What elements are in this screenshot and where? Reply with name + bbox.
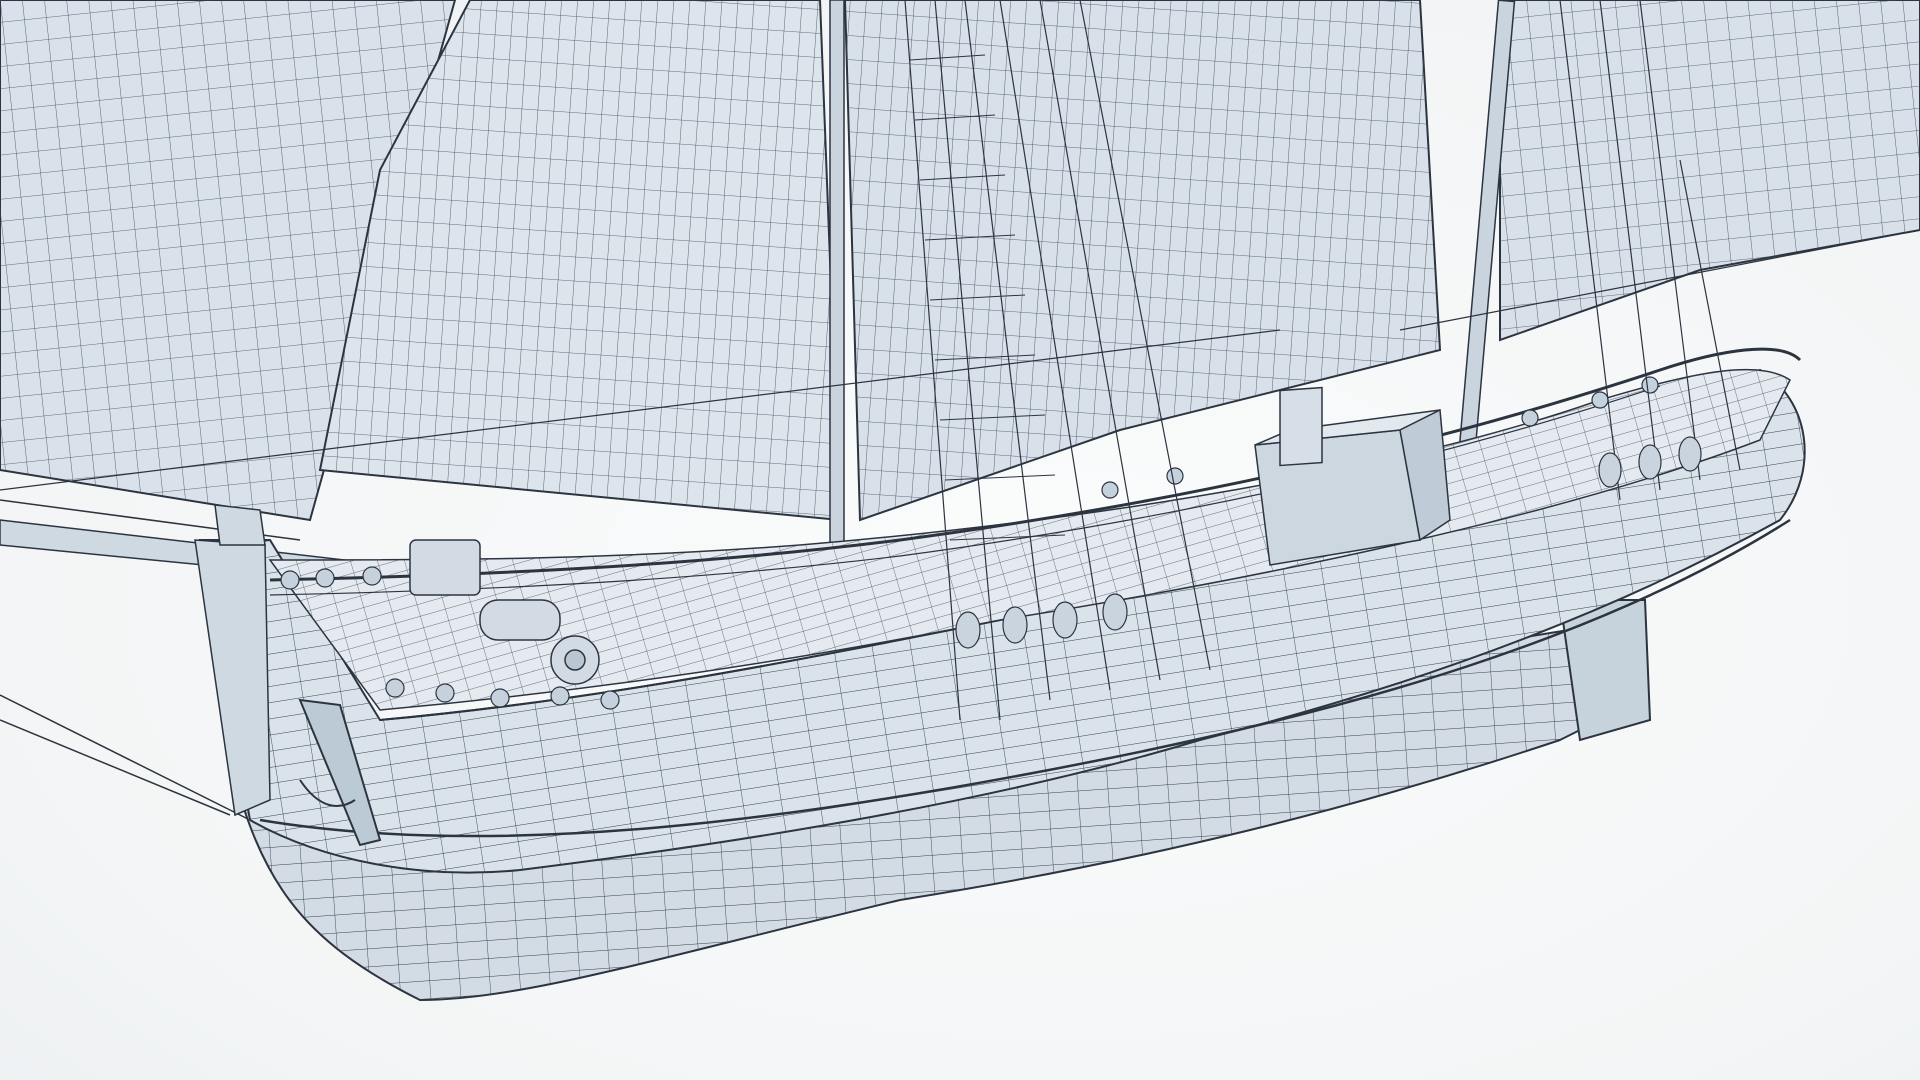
render-viewport <box>0 0 1920 1080</box>
stem-post <box>194 504 271 817</box>
deckhouse <box>1254 386 1451 566</box>
aft-sail <box>1499 0 1920 342</box>
ship-wireframe-render <box>0 0 1920 1002</box>
